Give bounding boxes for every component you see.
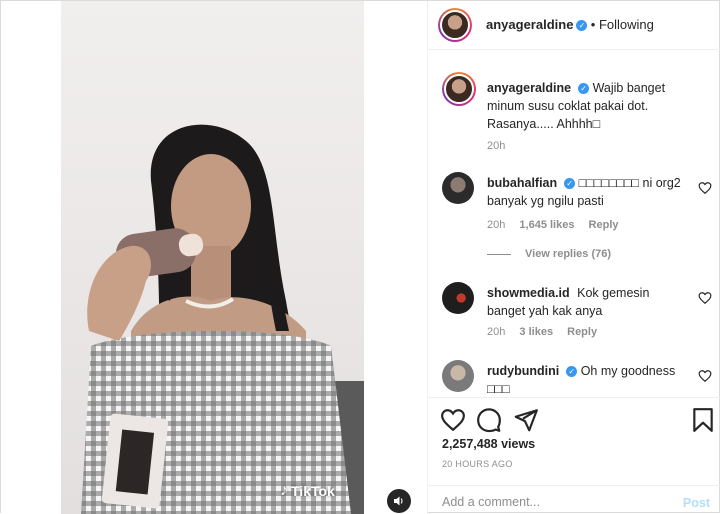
caption: anyageraldine ✓ Wajib banget minum susu c… — [442, 72, 714, 162]
author-info: anyageraldine ✓ • Following — [486, 17, 654, 32]
verified-badge-icon: ✓ — [578, 83, 590, 95]
comment-like-heart-icon[interactable] — [698, 369, 712, 383]
caption-time: 20h — [487, 140, 506, 152]
comment-item: showmedia.id Kok gemesin banget yah kak … — [442, 282, 714, 342]
comment-body: bubahalfian ✓ □□□□□□□□ ni org2 banyak yg … — [487, 174, 692, 210]
caption-avatar[interactable] — [442, 72, 476, 106]
view-count[interactable]: 2,257,488 views — [442, 437, 535, 451]
comment-bubble-icon[interactable] — [476, 407, 502, 433]
post-timestamp[interactable]: 20 HOURS AGO — [442, 459, 513, 469]
caption-body: anyageraldine ✓ Wajib banget minum susu c… — [487, 79, 677, 133]
speaker-icon — [394, 496, 403, 506]
post-comment-button[interactable]: Post — [683, 496, 710, 510]
comment-reply-button[interactable]: Reply — [567, 326, 597, 338]
heart-icon[interactable] — [440, 407, 466, 433]
comment-item: bubahalfian ✓ □□□□□□□□ ni org2 banyak yg … — [442, 172, 714, 267]
view-replies-button[interactable]: View replies (76) — [487, 248, 611, 260]
comment-body: showmedia.id Kok gemesin banget yah kak … — [487, 284, 677, 320]
comment-likes[interactable]: 1,645 likes — [519, 219, 574, 231]
paper-plane-icon[interactable] — [513, 407, 539, 433]
comment-reply-button[interactable]: Reply — [589, 219, 619, 231]
post-media-area: ♪ TikTok — [1, 1, 427, 514]
caption-username[interactable]: anyageraldine — [487, 81, 571, 95]
post-side-panel: anyageraldine ✓ • Following anyageraldine… — [427, 1, 720, 514]
comment-avatar[interactable] — [442, 360, 474, 392]
comment-likes[interactable]: 3 likes — [519, 326, 553, 338]
comment-like-heart-icon[interactable] — [698, 181, 712, 195]
view-replies-line — [487, 253, 511, 255]
comment-username[interactable]: showmedia.id — [487, 286, 570, 300]
post-video[interactable]: ♪ TikTok — [61, 1, 364, 514]
verified-badge-icon: ✓ — [576, 20, 588, 32]
view-replies-label: View replies (76) — [525, 248, 612, 260]
instagram-post-modal: ♪ TikTok anyageraldine ✓ • Following any… — [0, 0, 720, 514]
comment-avatar[interactable] — [442, 282, 474, 314]
caption-meta: 20h — [487, 140, 516, 152]
author-avatar[interactable] — [438, 8, 472, 42]
author-username[interactable]: anyageraldine — [486, 17, 573, 32]
comment-avatar[interactable] — [442, 172, 474, 204]
comment-meta: 20h 1,645 likes Reply — [487, 219, 630, 231]
tiktok-logo-icon: ♪ — [280, 482, 288, 499]
verified-badge-icon: ✓ — [566, 366, 578, 378]
following-button[interactable]: Following — [599, 17, 654, 32]
video-frame-illustration — [81, 124, 364, 514]
comments-list[interactable]: anyageraldine ✓ Wajib banget minum susu c… — [428, 51, 720, 396]
bookmark-icon[interactable] — [690, 407, 716, 433]
add-comment-input[interactable] — [442, 495, 662, 509]
tiktok-watermark: ♪ TikTok — [280, 482, 335, 500]
comment-body: rudybundini ✓ Oh my goodness □□□ — [487, 362, 692, 396]
post-header: anyageraldine ✓ • Following — [428, 1, 720, 50]
comment-time: 20h — [487, 326, 506, 338]
verified-badge-icon: ✓ — [564, 178, 576, 190]
comment-like-heart-icon[interactable] — [698, 291, 712, 305]
add-comment-bar: Post — [428, 485, 720, 514]
comment-username[interactable]: bubahalfian — [487, 176, 557, 190]
comment-meta: 20h 3 likes Reply — [487, 326, 608, 338]
comment-username[interactable]: rudybundini — [487, 364, 559, 378]
tiktok-watermark-text: TikTok — [291, 483, 335, 499]
comment-time: 20h — [487, 219, 506, 231]
comment-item: rudybundini ✓ Oh my goodness □□□ — [442, 360, 714, 396]
audio-toggle-button[interactable] — [387, 489, 411, 513]
follow-separator: • — [590, 17, 599, 32]
post-actions: 2,257,488 views 20 HOURS AGO — [428, 397, 720, 477]
